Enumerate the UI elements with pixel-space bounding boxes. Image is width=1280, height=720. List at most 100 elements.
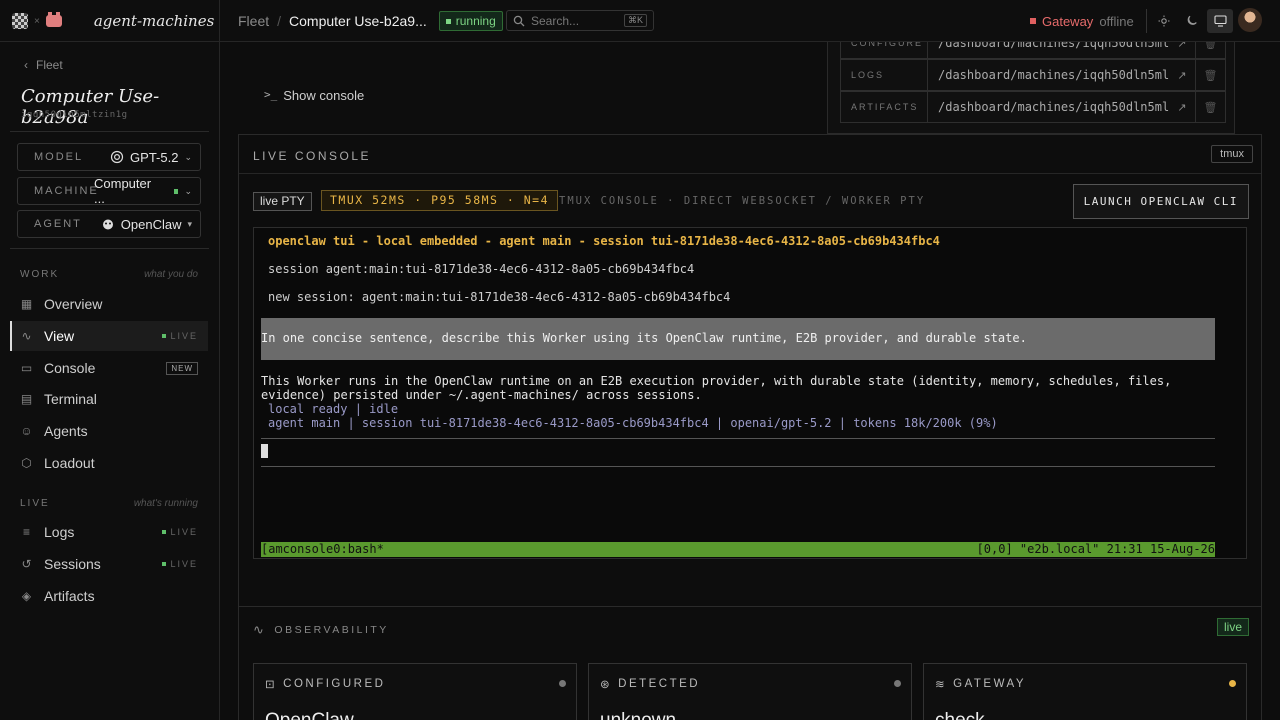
sidebar-item-artifacts[interactable]: ◈ Artifacts <box>10 581 208 611</box>
openai-icon <box>110 150 124 164</box>
sidebar-item-terminal[interactable]: ▤ Terminal <box>10 384 208 414</box>
tmux-badge[interactable]: tmux <box>1211 145 1253 163</box>
external-link-icon[interactable]: ↗ <box>1169 101 1195 114</box>
card-value: unknown <box>600 710 676 720</box>
scan-icon: ⊛ <box>600 679 613 691</box>
live-dot-icon <box>162 334 167 338</box>
divider <box>10 131 209 132</box>
times-icon: × <box>34 15 40 27</box>
live-console-title: LIVE CONSOLE <box>253 149 372 163</box>
checker-logo-icon <box>12 13 28 29</box>
observability-title: OBSERVABILITY <box>274 624 389 636</box>
moon-icon <box>1187 15 1197 25</box>
caret-down-icon: ▾ <box>187 218 192 229</box>
card-title: DETECTED <box>618 678 701 690</box>
activity-icon: ∿ <box>253 622 267 637</box>
sidebar-item-loadout[interactable]: ⬡ Loadout <box>10 448 208 478</box>
sidebar-item-label: Loadout <box>44 455 95 471</box>
breadcrumb-fleet-link[interactable]: Fleet <box>238 13 269 29</box>
show-console-button[interactable]: >_ Show console <box>264 88 364 103</box>
status-dot-icon <box>1229 680 1236 687</box>
main-content: >_ Show console CONFIGURE /dashboard/mach… <box>220 42 1280 720</box>
agent-select-label: AGENT <box>34 218 82 230</box>
live-dot-icon <box>162 562 167 566</box>
resource-path[interactable]: /dashboard/machines/iqqh50dln5mlt... <box>928 42 1169 50</box>
live-badge-label: LIVE <box>170 527 198 537</box>
tmux-status-bar: [amconsole0:bash* [0,0] "e2b.local" 21:3… <box>261 542 1215 557</box>
resource-key: ARTIFACTS <box>841 92 928 122</box>
launch-openclaw-cli-button[interactable]: LAUNCH OPENCLAW CLI <box>1072 184 1249 219</box>
agent-select[interactable]: AGENT OpenClaw ▾ <box>17 210 201 238</box>
model-select[interactable]: MODEL GPT-5.2 ⌄ <box>17 143 201 171</box>
invader-logo-icon <box>45 12 62 27</box>
sidebar-item-label: Console <box>44 360 96 376</box>
gateway-dot-icon <box>1030 18 1036 24</box>
card-configured[interactable]: ⊡ CONFIGURED OpenClaw <box>253 663 577 720</box>
box-icon: ◈ <box>21 589 32 603</box>
terminal-line: new session: agent:main:tui-8171de38-4ec… <box>268 290 731 304</box>
back-label: Fleet <box>36 58 63 72</box>
external-link-icon[interactable]: ↗ <box>1169 42 1195 50</box>
sidebar-item-label: View <box>44 328 75 344</box>
search-shortcut: ⌘K <box>623 14 647 27</box>
console-icon: ▭ <box>20 361 33 375</box>
terminal-screen[interactable]: openclaw tui - local embedded - agent ma… <box>253 227 1247 559</box>
show-console-label: Show console <box>283 88 365 103</box>
resource-row-configure: CONFIGURE /dashboard/machines/iqqh50dln5… <box>840 42 1226 59</box>
trash-icon[interactable]: 🗑 <box>1195 92 1225 122</box>
resource-key: CONFIGURE <box>841 42 928 58</box>
external-link-icon[interactable]: ↗ <box>1169 69 1195 82</box>
resource-path[interactable]: /dashboard/machines/iqqh50dln5mlt... <box>928 68 1169 82</box>
history-icon: ↺ <box>21 557 32 571</box>
card-gateway[interactable]: ≋ GATEWAY check <box>923 663 1247 720</box>
avatar[interactable] <box>1238 8 1262 32</box>
prompt-icon: >_ <box>264 88 278 101</box>
search-placeholder: Search... <box>531 13 580 28</box>
page-title: Computer Use-b2a9... <box>289 13 427 29</box>
resource-path[interactable]: /dashboard/machines/iqqh50dln5mlt... <box>928 100 1169 114</box>
status-dot-icon <box>894 680 901 687</box>
search-input[interactable]: Search... ⌘K <box>506 10 654 31</box>
user-prompt-line: In one concise sentence, describe this W… <box>261 318 1215 360</box>
bot-icon: ☺ <box>20 424 33 438</box>
live-dot-icon <box>162 530 167 534</box>
theme-light-button[interactable] <box>1151 9 1177 33</box>
sidebar-item-label: Overview <box>44 296 103 312</box>
sidebar-item-logs[interactable]: ≡ Logs LIVE <box>10 517 208 547</box>
status-badge: running <box>438 11 503 31</box>
sidebar-item-overview[interactable]: ▦ Overview <box>10 289 208 319</box>
bot-icon: ⊡ <box>265 679 278 691</box>
machine-select[interactable]: MACHINE Computer ... ⌄ <box>17 176 201 206</box>
brand[interactable]: × agent-machines <box>0 0 220 42</box>
package-icon: ⬡ <box>21 456 32 470</box>
back-to-fleet-link[interactable]: ‹ Fleet <box>24 58 63 72</box>
gateway-indicator[interactable]: Gateway offline <box>1030 0 1134 42</box>
resource-row-logs: LOGS /dashboard/machines/iqqh50dln5mlt..… <box>840 59 1226 91</box>
live-badge-label: LIVE <box>170 331 198 341</box>
new-badge: NEW <box>166 361 198 375</box>
theme-system-button[interactable] <box>1207 9 1233 33</box>
sidebar: ‹ Fleet Computer Use-b2a98a iqqh50dln5mlt… <box>0 42 220 720</box>
grid-icon: ▦ <box>20 297 33 311</box>
live-badge-label: LIVE <box>170 559 198 569</box>
sidebar-item-agents[interactable]: ☺ Agents <box>10 416 208 446</box>
breadcrumb-separator: / <box>277 13 282 29</box>
section-hint: what's running <box>133 498 198 509</box>
sidebar-item-view[interactable]: ∿ View LIVE <box>10 321 208 351</box>
sidebar-item-console[interactable]: ▭ Console NEW <box>10 353 208 383</box>
theme-dark-button[interactable] <box>1179 9 1205 33</box>
machine-select-label: MACHINE <box>34 185 99 197</box>
monitor-icon <box>1213 15 1227 27</box>
sidebar-item-label: Terminal <box>44 391 97 407</box>
theme-switcher <box>1146 9 1233 33</box>
trash-icon[interactable]: 🗑 <box>1195 60 1225 90</box>
divider <box>261 466 1215 467</box>
live-badge: LIVE <box>162 527 198 537</box>
trash-icon[interactable]: 🗑 <box>1195 42 1225 58</box>
divider <box>261 438 1215 439</box>
card-detected[interactable]: ⊛ DETECTED unknown <box>588 663 912 720</box>
observability-header: ∿ OBSERVABILITY <box>253 622 389 638</box>
sidebar-item-sessions[interactable]: ↺ Sessions LIVE <box>10 549 208 579</box>
live-console-panel: LIVE CONSOLE tmux live PTY TMUX 52MS · P… <box>238 134 1262 632</box>
breadcrumb: Fleet / Computer Use-b2a9... running <box>238 0 503 42</box>
